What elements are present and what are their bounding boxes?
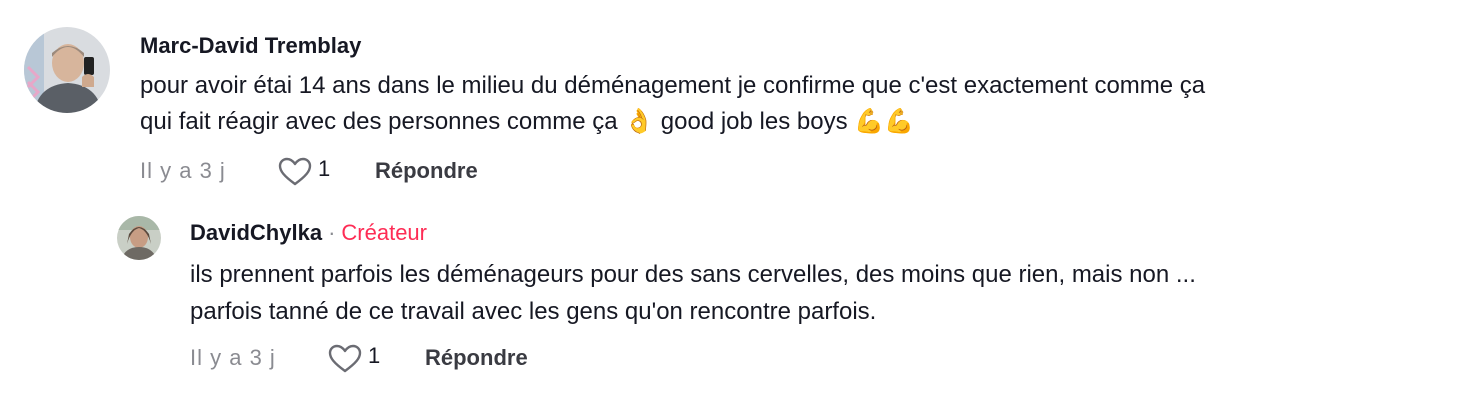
comment-actions: Il y a 3 j 1 Répondre [140, 155, 740, 189]
reply-button[interactable]: Répondre [375, 158, 478, 184]
reply-text: ils prennent parfois les déménageurs pou… [190, 256, 1460, 330]
heart-outline-icon [328, 344, 362, 373]
creator-badge: Créateur [341, 220, 427, 245]
separator-dot: · [328, 220, 336, 245]
like-button[interactable]: 1 [278, 155, 330, 189]
comment-text-line: qui fait réagir avec des personnes comme… [140, 108, 915, 135]
reply-item: DavidChylka · Créateur ils prennent parfoi… [0, 200, 1476, 402]
comment-text: pour avoir étai 14 ans dans le milieu du… [140, 68, 1460, 140]
like-count: 1 [368, 343, 381, 368]
reply-text-line: parfois tanné de ce travail avec les gen… [190, 298, 877, 325]
comment-text-line: pour avoir étai 14 ans dans le milieu du… [140, 72, 1206, 99]
like-button[interactable]: 1 [328, 342, 380, 376]
avatar[interactable] [24, 27, 110, 113]
reply-text-line: ils prennent parfois les déménageurs pou… [190, 261, 1196, 288]
reply-author[interactable]: DavidChylka [190, 220, 322, 245]
avatar-photo [24, 27, 110, 113]
comment-author[interactable]: Marc-David Tremblay [140, 33, 361, 59]
reply-timestamp: Il y a 3 j [190, 345, 276, 370]
reply-button[interactable]: Répondre [425, 345, 528, 371]
reply-actions: Il y a 3 j 1 Répondre [190, 342, 790, 376]
heart-outline-icon [278, 157, 312, 186]
avatar[interactable] [117, 216, 161, 260]
comment-item: Marc-David Tremblay pour avoir étai 14 a… [0, 0, 1476, 200]
reply-author-line: DavidChylka · Créateur [190, 220, 427, 246]
like-count: 1 [318, 156, 331, 181]
avatar-photo [117, 216, 161, 260]
comment-timestamp: Il y a 3 j [140, 158, 226, 183]
